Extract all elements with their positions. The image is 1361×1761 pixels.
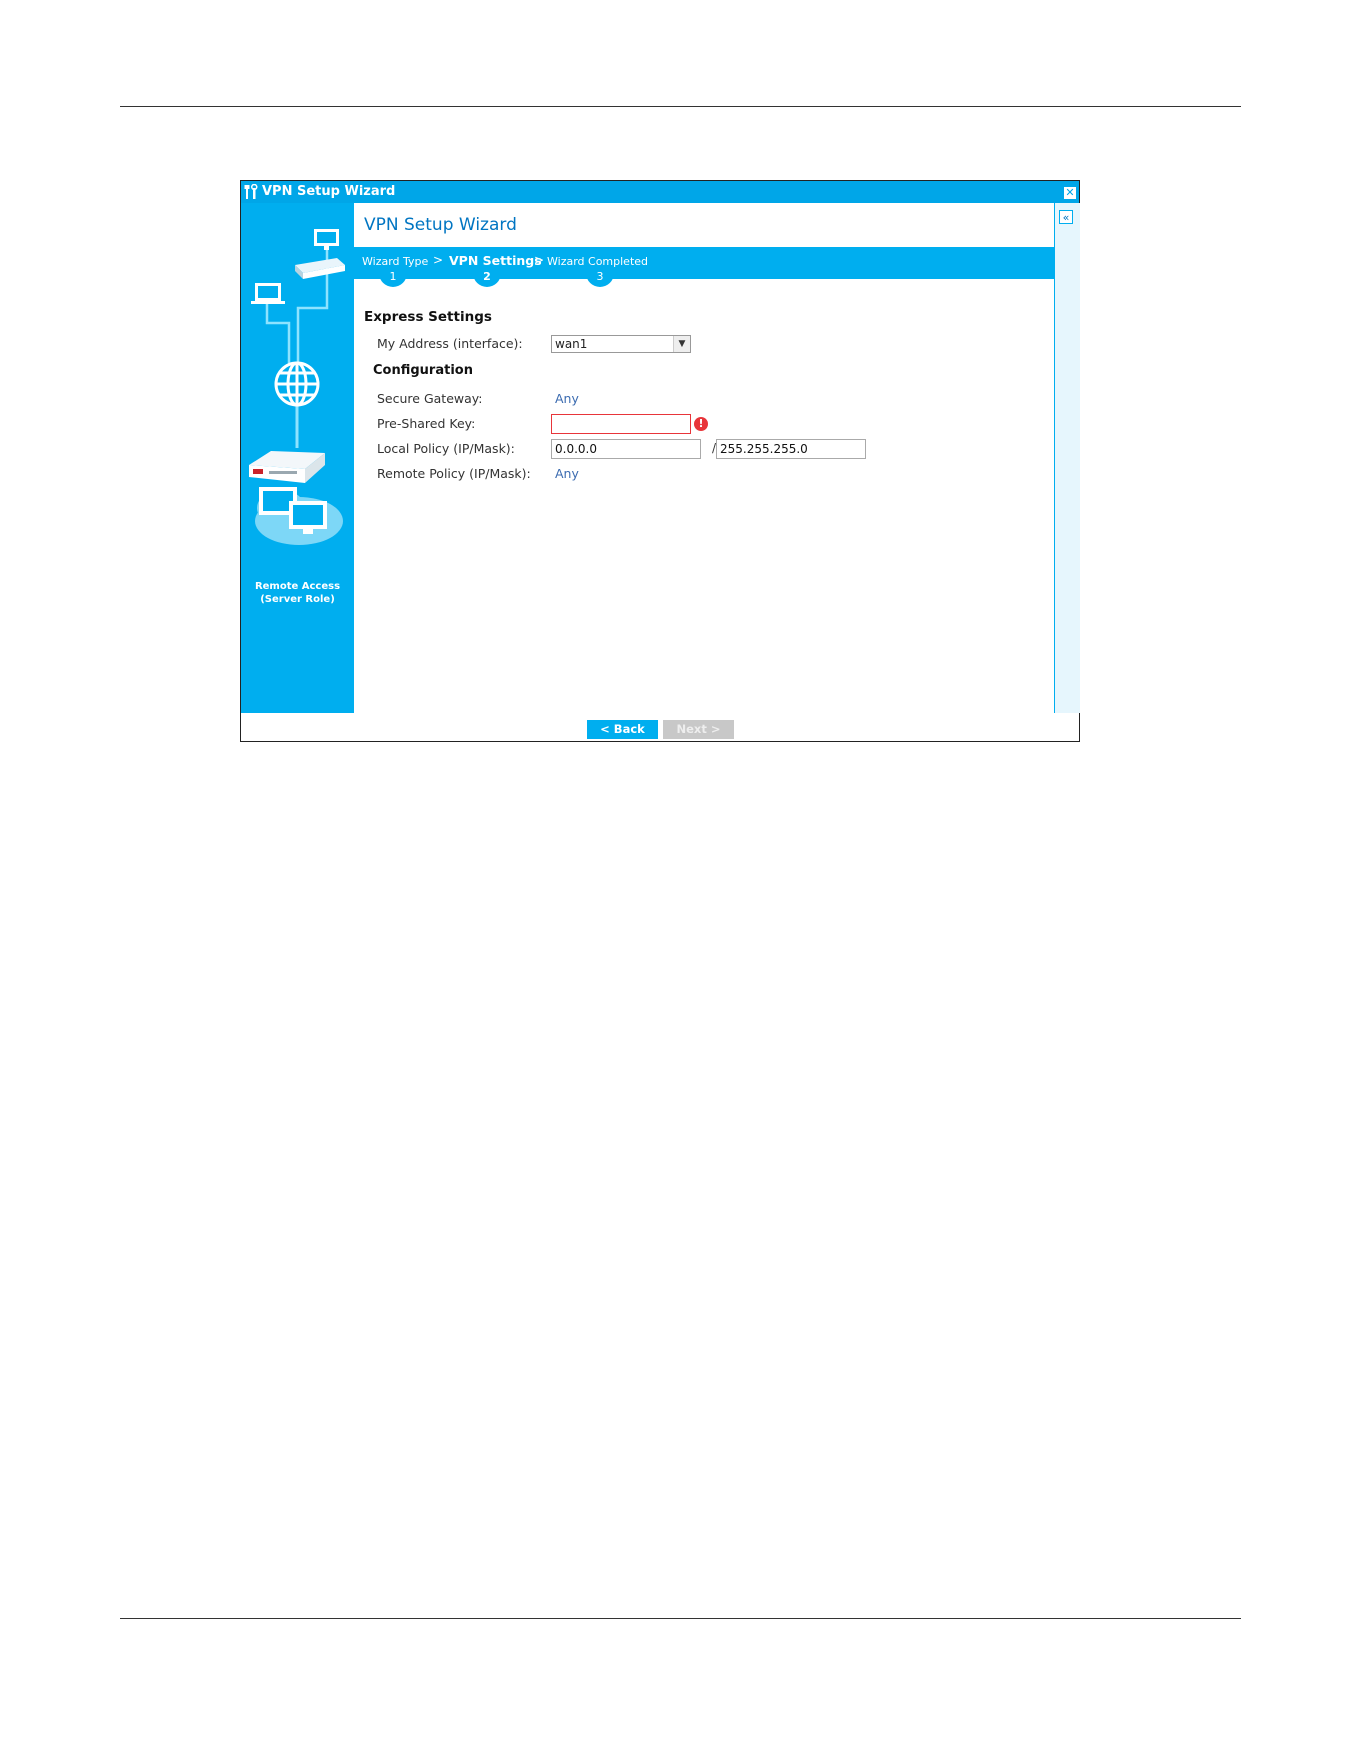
page-top-rule xyxy=(120,106,1241,107)
remote-policy-value[interactable]: Any xyxy=(555,466,579,481)
globe-icon xyxy=(274,361,320,407)
local-policy-label: Local Policy (IP/Mask): xyxy=(377,441,515,456)
wizard-tools-icon xyxy=(244,184,258,199)
double-chevron-left-icon[interactable]: « xyxy=(1059,210,1073,224)
step-number-3: 3 xyxy=(586,269,614,287)
help-panel-strip: « xyxy=(1054,203,1080,713)
remote-computers-icon xyxy=(255,487,343,545)
my-address-label: My Address (interface): xyxy=(377,336,523,351)
local-policy-ip-input[interactable]: 0.0.0.0 xyxy=(551,439,701,459)
step-number-2: 2 xyxy=(473,269,501,287)
secure-gateway-label: Secure Gateway: xyxy=(377,391,483,406)
chevron-down-icon[interactable]: ▼ xyxy=(673,336,690,352)
wizard-footer: < Back Next > xyxy=(241,713,1079,741)
express-settings-heading: Express Settings xyxy=(364,309,492,325)
secure-gateway-value[interactable]: Any xyxy=(555,391,579,406)
wizard-heading: VPN Setup Wizard xyxy=(364,215,517,235)
network-diagram-illustration xyxy=(249,229,345,545)
wizard-step-bar: Wizard Type > VPN Settings > Wizard Comp… xyxy=(354,247,1054,287)
wizard-sidebar-illustration: Remote Access (Server Role) xyxy=(241,203,354,713)
monitor-icon xyxy=(314,229,339,250)
firewall-appliance-icon xyxy=(249,451,325,483)
error-exclamation-icon: ! xyxy=(694,417,708,431)
vpn-wizard-window: VPN Setup Wizard ✕ Remote Access (Server… xyxy=(240,180,1080,742)
remote-policy-label: Remote Policy (IP/Mask): xyxy=(377,466,531,481)
next-button[interactable]: Next > xyxy=(663,720,734,739)
page-bottom-rule xyxy=(120,1618,1241,1619)
close-icon[interactable]: ✕ xyxy=(1064,187,1076,199)
step-separator-icon: > xyxy=(534,253,545,267)
role-label-line1: Remote Access xyxy=(254,581,341,592)
step-number-1: 1 xyxy=(379,269,407,287)
laptop-icon xyxy=(251,283,285,304)
my-address-select[interactable]: wan1 ▼ xyxy=(551,335,691,353)
step-separator-icon: > xyxy=(433,253,444,267)
step-vpn-settings[interactable]: VPN Settings xyxy=(449,253,542,268)
step-wizard-type[interactable]: Wizard Type xyxy=(362,255,428,268)
role-label: Remote Access (Server Role) xyxy=(241,580,354,606)
local-policy-mask-input[interactable]: 255.255.255.0 xyxy=(716,439,866,459)
window-titlebar: VPN Setup Wizard ✕ xyxy=(241,181,1079,203)
window-title: VPN Setup Wizard xyxy=(262,184,396,199)
back-button[interactable]: < Back xyxy=(587,720,658,739)
wizard-main-panel: VPN Setup Wizard Wizard Type > VPN Setti… xyxy=(354,203,1054,713)
step-wizard-completed[interactable]: Wizard Completed xyxy=(547,255,648,268)
role-label-line2: (Server Role) xyxy=(260,594,335,605)
my-address-value: wan1 xyxy=(555,337,588,351)
pre-shared-key-label: Pre-Shared Key: xyxy=(377,416,476,431)
configuration-heading: Configuration xyxy=(373,363,473,378)
pre-shared-key-input[interactable] xyxy=(551,414,691,434)
